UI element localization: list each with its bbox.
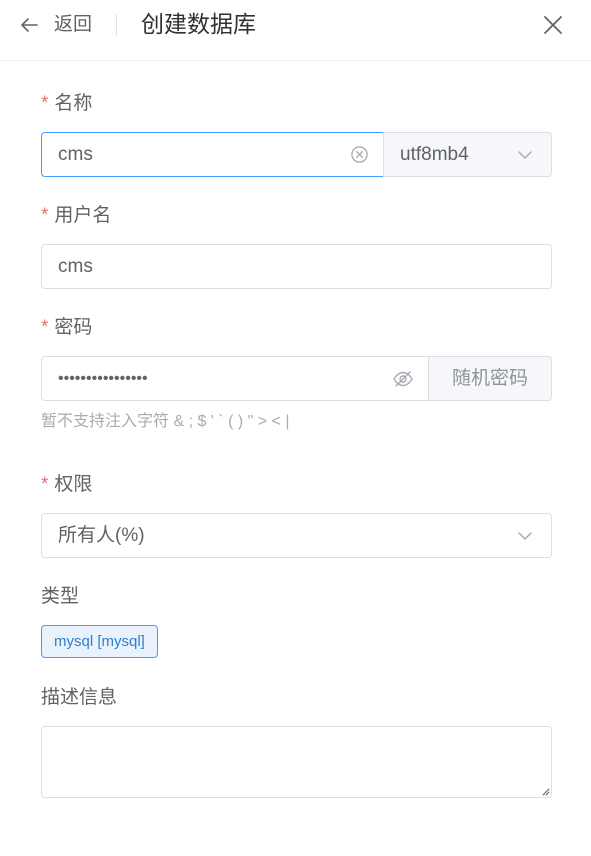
required-mark: * [41,474,49,495]
type-label: 类型 [41,586,80,607]
password-input[interactable]: •••••••••••••••• [41,356,429,401]
charset-value: utf8mb4 [400,144,469,165]
permission-select[interactable]: 所有人(%) [41,513,552,558]
chevron-down-icon [518,151,532,159]
name-label: * 名称 [41,92,92,116]
permission-label: * 权限 [41,473,92,497]
drawer-header: 返回 创建数据库 [0,0,591,61]
password-label-text: 密码 [54,317,93,338]
circle-close-icon[interactable] [350,145,369,164]
required-mark: * [41,205,49,226]
permission-value: 所有人(%) [58,525,145,546]
username-label-text: 用户名 [54,205,112,226]
close-icon[interactable] [541,13,565,37]
back-button[interactable]: 返回 [54,13,92,37]
username-input[interactable]: cms [41,244,552,289]
name-input[interactable]: cms [41,132,384,177]
header-divider [116,14,117,36]
chevron-down-icon [518,532,532,540]
password-input-value: •••••••••••••••• [58,370,148,387]
permission-label-text: 权限 [54,474,93,495]
name-input-value: cms [58,144,93,165]
type-tag[interactable]: mysql [mysql] [41,625,158,658]
required-mark: * [41,317,49,338]
name-label-text: 名称 [54,93,93,114]
password-hint: 暂不支持注入字符 & ; $ ' ` ( ) " > < | [41,413,290,430]
charset-select[interactable]: utf8mb4 [383,132,552,177]
required-mark: * [41,93,49,114]
resize-grip-icon[interactable] [540,786,550,796]
random-password-button[interactable]: 随机密码 [428,356,552,401]
arrow-left-icon[interactable] [18,14,40,36]
description-textarea[interactable] [41,726,552,798]
page-title: 创建数据库 [141,11,256,37]
password-label: * 密码 [41,316,92,340]
username-input-value: cms [58,256,93,277]
eye-hidden-icon[interactable] [392,369,414,389]
username-label: * 用户名 [41,204,111,228]
description-label: 描述信息 [41,687,118,708]
